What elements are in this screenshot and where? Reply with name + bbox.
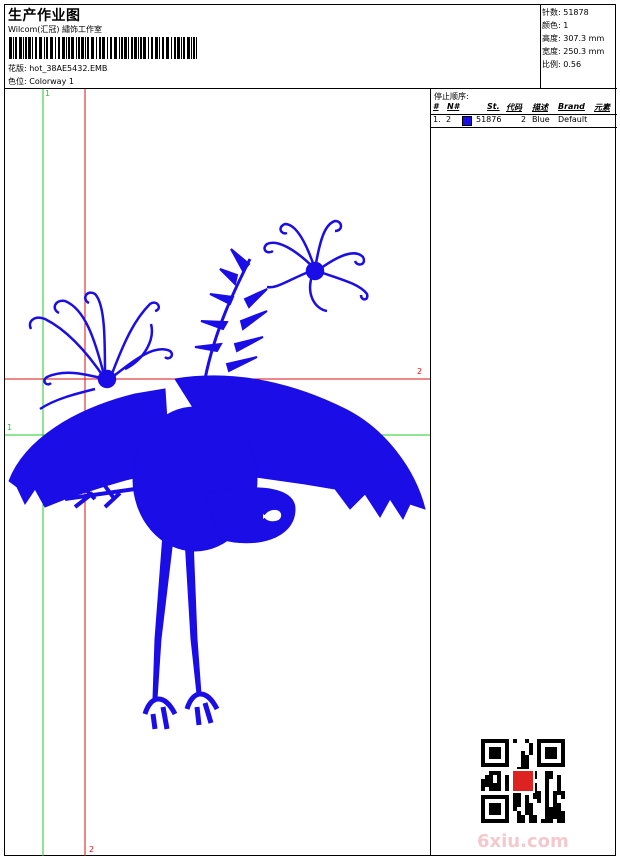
worksheet-frame: 生产作业图 Wilcom(汇冠) 繡饰工作室 花版: hot_38AE5432.… bbox=[4, 4, 617, 856]
stop-sequence-title: 停止顺序: bbox=[434, 92, 469, 101]
vertical-green-guide-label: 1 bbox=[45, 89, 51, 98]
qr-code bbox=[481, 739, 565, 823]
horizontal-red-guide-label: 2 bbox=[417, 367, 423, 376]
design-canvas: 1 2 1 2 bbox=[5, 89, 431, 856]
colorway-label: 色位: Colorway 1 bbox=[8, 77, 74, 86]
barcode bbox=[9, 37, 197, 59]
row-stitches: 51876 bbox=[476, 115, 502, 124]
row-needle: 2 bbox=[446, 115, 452, 124]
col-needle: N# bbox=[447, 102, 460, 111]
design-scale: 比例: 0.56 bbox=[542, 60, 582, 69]
left-leg bbox=[152, 533, 174, 700]
color-swatch bbox=[462, 116, 472, 126]
table-row: 1. 2 51876 2 Blue Default bbox=[431, 115, 617, 128]
col-brand: Brand bbox=[558, 102, 585, 111]
col-stitches: St. bbox=[487, 102, 500, 111]
row-brand: Default bbox=[558, 115, 588, 124]
design-height: 高度: 307.3 mm bbox=[542, 34, 605, 43]
stop-sequence-panel: 停止顺序: # N# St. 代码 描述 Brand 元素 1. 2 51876… bbox=[431, 89, 617, 856]
col-code: 代码 bbox=[506, 103, 522, 112]
vertical-red-guide-label: 2 bbox=[89, 845, 95, 854]
col-index: # bbox=[433, 102, 439, 111]
qr-logo-icon bbox=[513, 771, 533, 791]
header-panel: 生产作业图 Wilcom(汇冠) 繡饰工作室 花版: hot_38AE5432.… bbox=[5, 5, 541, 89]
col-description: 描述 bbox=[532, 103, 548, 112]
row-description: Blue bbox=[532, 115, 550, 124]
left-foot bbox=[142, 696, 178, 730]
crane-embroidery bbox=[8, 219, 426, 730]
stop-sequence-header: # N# St. 代码 描述 Brand 元素 bbox=[431, 102, 617, 115]
color-count: 颜色: 1 bbox=[542, 21, 569, 30]
watermark-logo: 6xiu.com bbox=[477, 831, 569, 852]
col-element: 元素 bbox=[594, 103, 610, 112]
page-title: 生产作业图 bbox=[8, 8, 81, 24]
design-file-label: 花版: hot_38AE5432.EMB bbox=[8, 64, 108, 73]
design-width: 宽度: 250.3 mm bbox=[542, 47, 605, 56]
tail-loop bbox=[261, 505, 286, 526]
embroidery-preview bbox=[5, 89, 430, 856]
subtitle: Wilcom(汇冠) 繡饰工作室 bbox=[8, 25, 103, 34]
fern-leaves bbox=[194, 248, 268, 373]
row-index: 1. bbox=[433, 115, 441, 124]
right-foot bbox=[184, 691, 220, 726]
right-flower bbox=[263, 219, 369, 313]
right-leg bbox=[184, 538, 202, 695]
horizontal-green-guide-label: 1 bbox=[7, 423, 13, 432]
stats-panel: 针数: 51878 颜色: 1 高度: 307.3 mm 宽度: 250.3 m… bbox=[541, 5, 617, 89]
stitch-count: 针数: 51878 bbox=[542, 8, 589, 17]
row-code: 2 bbox=[521, 115, 527, 124]
